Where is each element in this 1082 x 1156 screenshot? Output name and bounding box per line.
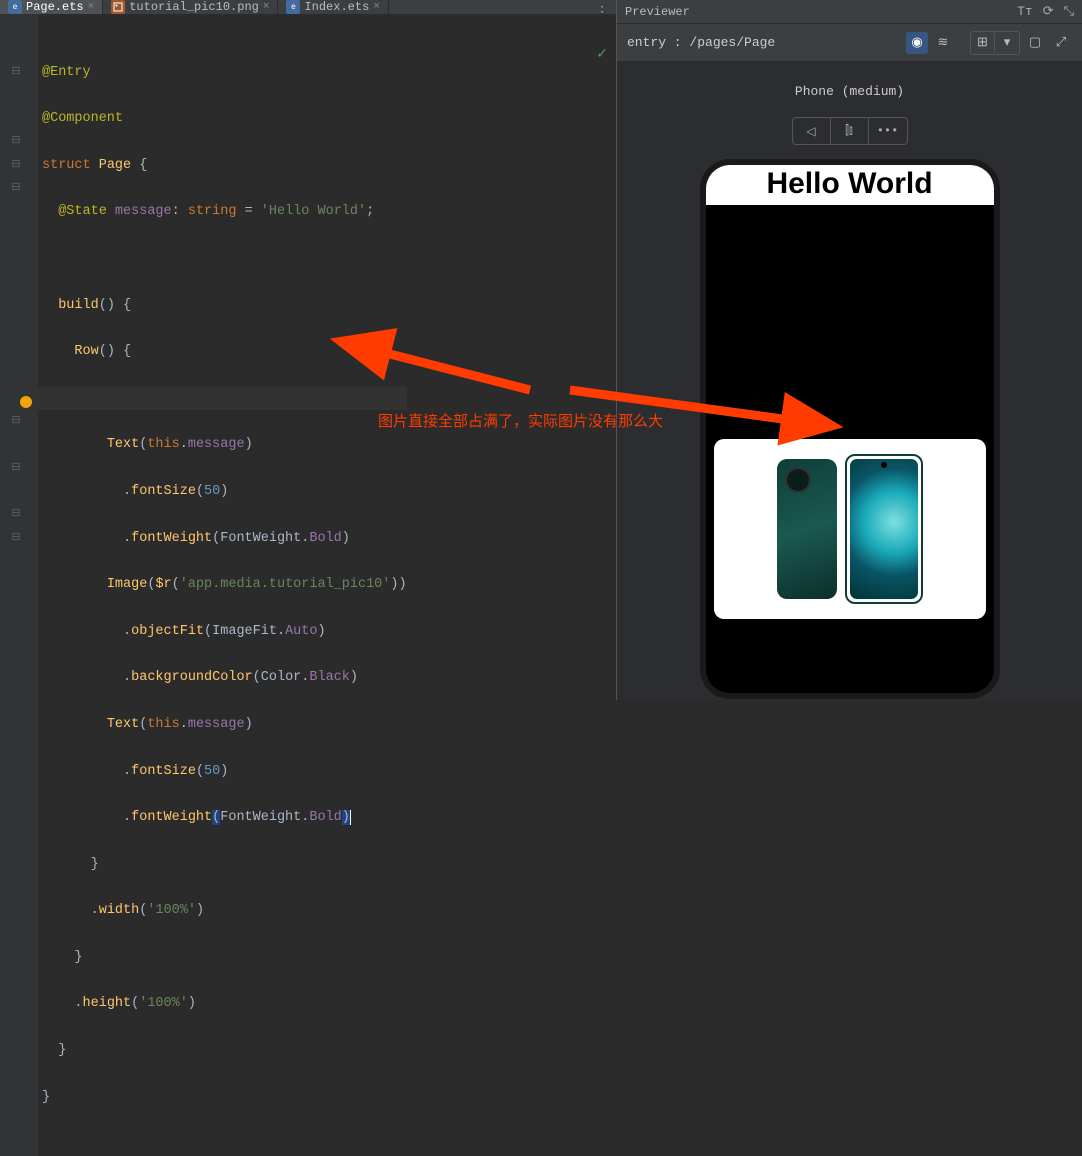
grid-icon[interactable]: ⊞	[971, 32, 995, 54]
product-image	[714, 439, 986, 619]
layers-icon[interactable]: ≋	[932, 32, 954, 54]
dropdown-icon[interactable]: ▾	[995, 32, 1019, 54]
close-icon[interactable]: ×	[373, 1, 380, 13]
ets-file-icon: e	[8, 0, 22, 14]
hello-text: Hello World	[706, 165, 994, 205]
check-icon: ✓	[596, 44, 608, 67]
previewer-title: Previewer	[625, 5, 690, 19]
phone-back-render	[777, 459, 837, 599]
device-label: Phone (medium)	[795, 84, 904, 99]
collapse-icon[interactable]: ⤡	[1064, 4, 1074, 19]
entry-bar: entry : /pages/Page ◉ ≋ ⊞ ▾ ▢ ⤢	[617, 24, 1082, 62]
previewer-header: Previewer Tᴛ ⟳ ⤡	[617, 0, 1082, 24]
close-icon[interactable]: ×	[263, 1, 270, 13]
device-toolbar: ◁ ⫿⫾ •••	[792, 117, 908, 145]
previewer-pane: Previewer Tᴛ ⟳ ⤡ entry : /pages/Page ◉ ≋…	[617, 0, 1082, 700]
png-file-icon	[111, 0, 125, 14]
tab-label: Index.ets	[304, 0, 369, 14]
refresh-icon[interactable]: ⟳	[1043, 4, 1054, 19]
tab-tutorial-png[interactable]: tutorial_pic10.png ×	[103, 0, 278, 14]
intention-bulb-icon[interactable]	[20, 396, 32, 408]
phone-preview: Hello World	[700, 159, 1000, 699]
tab-label: tutorial_pic10.png	[129, 0, 259, 14]
ets-file-icon: e	[286, 0, 300, 14]
back-icon[interactable]: ◁	[793, 118, 831, 144]
annotation-text: 图片直接全部占满了，实际图片没有那么大	[378, 410, 663, 431]
gutter: ⊟ ⊟⊟⊟ ⊟⊟ ⊟⊟	[0, 14, 38, 1156]
font-size-icon[interactable]: Tᴛ	[1017, 4, 1033, 19]
entry-path: entry : /pages/Page	[627, 35, 775, 50]
image-black-area	[706, 205, 994, 435]
phone-front-render	[845, 454, 923, 604]
code-content: @Entry @Component struct Page { @State m…	[38, 14, 407, 1156]
more-icon[interactable]: •••	[869, 118, 907, 144]
editor-pane: e Page.ets × tutorial_pic10.png × e Inde…	[0, 0, 617, 700]
preview-body: Phone (medium) ◁ ⫿⫾ ••• Hello World	[617, 62, 1082, 700]
expand-icon[interactable]: ⤢	[1050, 32, 1072, 54]
close-icon[interactable]: ×	[88, 1, 95, 13]
tab-page-ets[interactable]: e Page.ets ×	[0, 0, 103, 14]
crop-icon[interactable]: ▢	[1024, 32, 1046, 54]
tab-index-ets[interactable]: e Index.ets ×	[278, 0, 388, 14]
inspect-icon[interactable]: ◉	[906, 32, 928, 54]
code-editor[interactable]: ✓ ⊟ ⊟⊟⊟ ⊟⊟ ⊟⊟ @Entry @Component struct P…	[0, 14, 616, 1156]
tab-bar: e Page.ets × tutorial_pic10.png × e Inde…	[0, 0, 616, 14]
rotate-icon[interactable]: ⫿⫾	[831, 118, 869, 144]
tab-label: Page.ets	[26, 0, 84, 14]
